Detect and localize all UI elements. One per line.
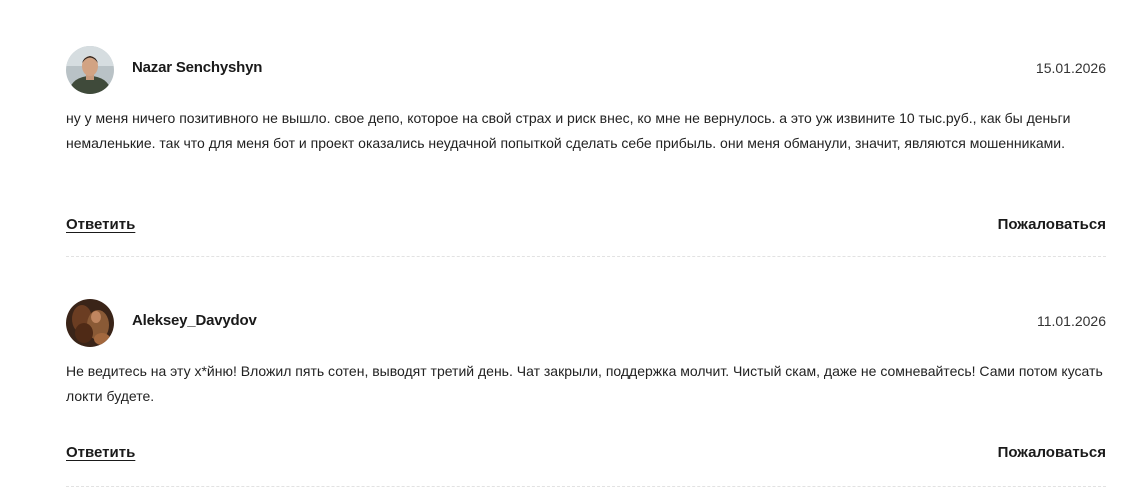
reply-link[interactable]: Ответить <box>66 444 135 461</box>
comment-header: Nazar Senchyshyn 15.01.2026 <box>66 46 1106 94</box>
comment-header: Aleksey_Davydov 11.01.2026 <box>66 299 1106 347</box>
comment-author: Nazar Senchyshyn <box>132 59 263 76</box>
reply-link[interactable]: Ответить <box>66 216 135 233</box>
comment-date: 15.01.2026 <box>1035 60 1106 76</box>
comment-text: Не ведитесь на эту х*йню! Вложил пять со… <box>66 363 1103 404</box>
comments-list: Nazar Senchyshyn 15.01.2026 ну у меня ни… <box>66 0 1106 487</box>
report-link[interactable]: Пожаловаться <box>998 444 1106 461</box>
report-link[interactable]: Пожаловаться <box>998 216 1106 233</box>
comment-actions: Ответить Пожаловаться <box>66 216 1106 238</box>
comment-item: Aleksey_Davydov 11.01.2026 Не ведитесь н… <box>66 257 1106 487</box>
comment-item: Nazar Senchyshyn 15.01.2026 ну у меня ни… <box>66 0 1106 257</box>
user-photo-avatar[interactable] <box>66 299 114 347</box>
comment-text: ну у меня ничего позитивного не вышло. с… <box>66 110 1071 151</box>
user-photo-avatar[interactable] <box>66 46 114 94</box>
comment-date: 11.01.2026 <box>1036 313 1106 329</box>
comment-actions: Ответить Пожаловаться <box>66 444 1106 466</box>
comment-author: Aleksey_Davydov <box>132 312 257 329</box>
